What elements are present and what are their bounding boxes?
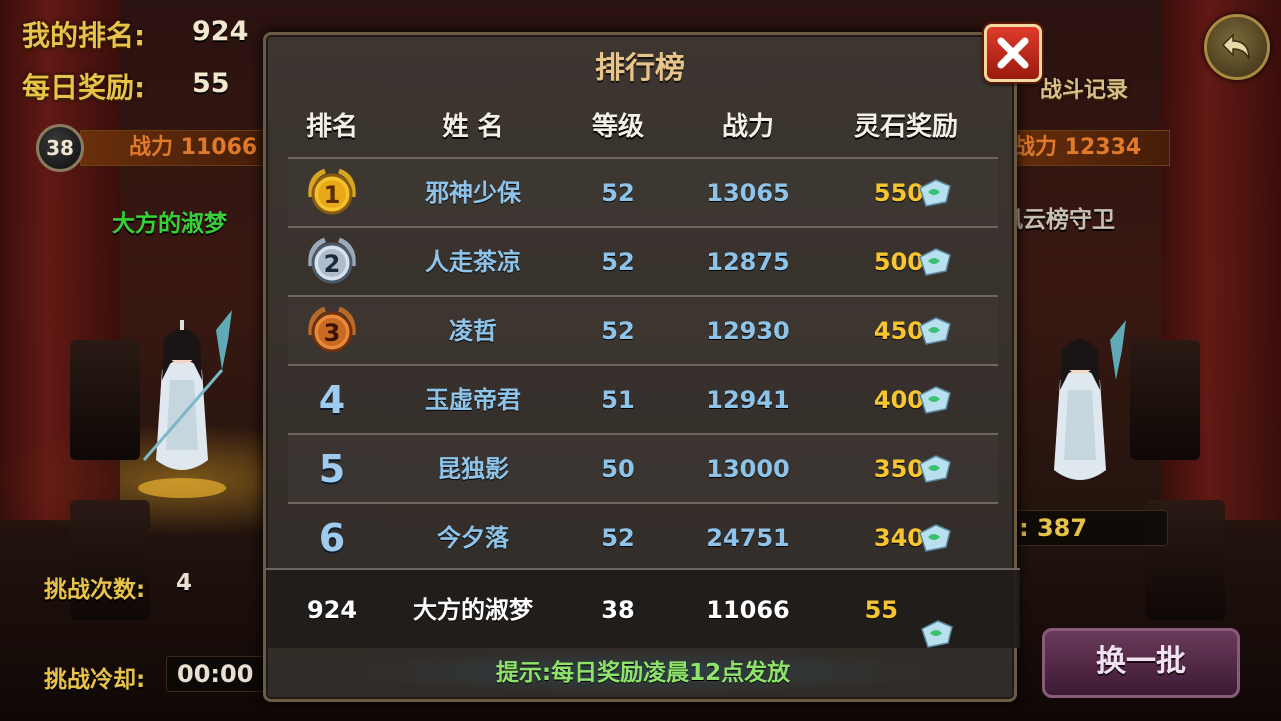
- row-rank: 5: [318, 447, 346, 491]
- challenge-count-label: 挑战次数:: [44, 577, 146, 603]
- table-row[interactable]: 4 玉虚帝君 51 12941 400: [288, 364, 998, 433]
- table-header: 排名 姓 名 等级 战力 灵石奖励: [266, 107, 1020, 147]
- table-row[interactable]: 2 人走茶凉 52 12875 500: [288, 226, 998, 295]
- row-power: 13065: [706, 179, 790, 207]
- player-power-bar: 战力 11066: [80, 130, 270, 166]
- row-name: 昆独影: [437, 455, 509, 483]
- my-rank-label: 我的排名:: [22, 19, 146, 52]
- header-reward: 灵石奖励: [853, 112, 958, 142]
- battle-record-label[interactable]: 战斗记录: [1040, 72, 1128, 104]
- player-character[interactable]: [132, 310, 242, 500]
- opponent-character[interactable]: [1030, 320, 1140, 500]
- opponent-name: 风云榜守卫: [1000, 207, 1115, 233]
- back-button[interactable]: [1204, 14, 1270, 80]
- daily-reward-value: 55: [192, 68, 230, 99]
- silver-medal-2-icon: 2: [308, 237, 356, 284]
- ranking-modal: 排行榜 排名 姓 名 等级 战力 灵石奖励 1 邪神少保 52 13065 55…: [263, 32, 1020, 702]
- table-row[interactable]: 5 昆独影 50 13000 350: [288, 433, 998, 502]
- challenge-cooldown-value: 00:00: [166, 656, 266, 692]
- header-level: 等级: [591, 112, 644, 142]
- back-arrow-icon: [1221, 33, 1250, 60]
- row-level: 50: [601, 455, 635, 483]
- row-power: 24751: [706, 524, 790, 552]
- self-power: 11066: [706, 596, 790, 624]
- row-power: 12941: [706, 386, 790, 414]
- table-row[interactable]: 3 凌哲 52 12930 450: [288, 295, 998, 364]
- row-reward: 450: [873, 317, 924, 345]
- row-reward: 550: [873, 179, 924, 207]
- close-button[interactable]: [984, 24, 1042, 82]
- row-name: 邪神少保: [425, 179, 521, 207]
- bronze-medal-3-icon: 3: [308, 306, 356, 353]
- spirit-stone-gem-icon: [919, 317, 951, 345]
- pillar-left: [70, 340, 140, 460]
- opponent-power-bar: 战力 12334: [1000, 130, 1170, 166]
- daily-reward-label: 每日奖励:: [22, 71, 146, 104]
- row-name: 人走茶凉: [425, 248, 521, 276]
- row-reward: 400: [873, 386, 924, 414]
- my-rank-value: 924: [192, 16, 249, 47]
- row-power: 13000: [706, 455, 790, 483]
- self-reward: 55: [864, 596, 898, 624]
- pillar-right: [1130, 340, 1200, 460]
- gold-medal-1-icon: 1: [308, 168, 356, 215]
- opponent-power-text: 战力 12334: [1013, 135, 1142, 160]
- svg-text:1: 1: [324, 181, 341, 209]
- row-reward: 500: [873, 248, 924, 276]
- player-level-badge: 38: [36, 124, 84, 172]
- spirit-stone-gem-icon: [919, 524, 951, 552]
- challenge-count-value: 4: [176, 570, 193, 596]
- row-level: 52: [601, 524, 635, 552]
- row-name: 今夕落: [437, 524, 509, 552]
- row-name: 玉虚帝君: [425, 386, 521, 414]
- row-name: 凌哲: [449, 317, 497, 345]
- row-level: 52: [601, 179, 635, 207]
- row-level: 52: [601, 317, 635, 345]
- self-name: 大方的淑梦: [413, 596, 533, 624]
- svg-text:3: 3: [324, 319, 341, 347]
- header-rank: 排名: [305, 112, 358, 142]
- spirit-stone-gem-icon: [919, 455, 951, 483]
- self-rank: 924: [306, 596, 358, 624]
- table-row[interactable]: 1 邪神少保 52 13065 550: [288, 157, 998, 226]
- table-row[interactable]: 6 今夕落 52 24751 340: [288, 502, 998, 571]
- row-rank: 4: [318, 378, 346, 422]
- header-name: 姓 名: [442, 112, 504, 142]
- row-level: 52: [601, 248, 635, 276]
- spirit-stone-gem-icon: [919, 179, 951, 207]
- spirit-stone-gem-icon: [919, 248, 951, 276]
- row-rank: 6: [318, 516, 346, 560]
- reward-tip: 提示:每日奖励凌晨12点发放: [495, 660, 791, 686]
- self-rank-row: 924 大方的淑梦 38 11066 55: [266, 568, 1020, 648]
- row-power: 12875: [706, 248, 790, 276]
- modal-title: 排行榜: [595, 51, 685, 86]
- challenge-cooldown-label: 挑战冷却:: [44, 667, 146, 693]
- player-power-text: 战力 11066: [129, 135, 258, 160]
- svg-text:2: 2: [324, 250, 341, 278]
- row-reward: 350: [873, 455, 924, 483]
- spirit-stone-gem-icon: [919, 386, 951, 414]
- row-level: 51: [601, 386, 635, 414]
- row-reward: 340: [873, 524, 924, 552]
- row-power: 12930: [706, 317, 790, 345]
- player-name: 大方的淑梦: [112, 211, 227, 237]
- self-level: 38: [601, 596, 635, 624]
- close-x-icon: [997, 37, 1029, 69]
- header-power: 战力: [721, 112, 774, 142]
- swap-opponents-button[interactable]: 换一批: [1042, 628, 1240, 698]
